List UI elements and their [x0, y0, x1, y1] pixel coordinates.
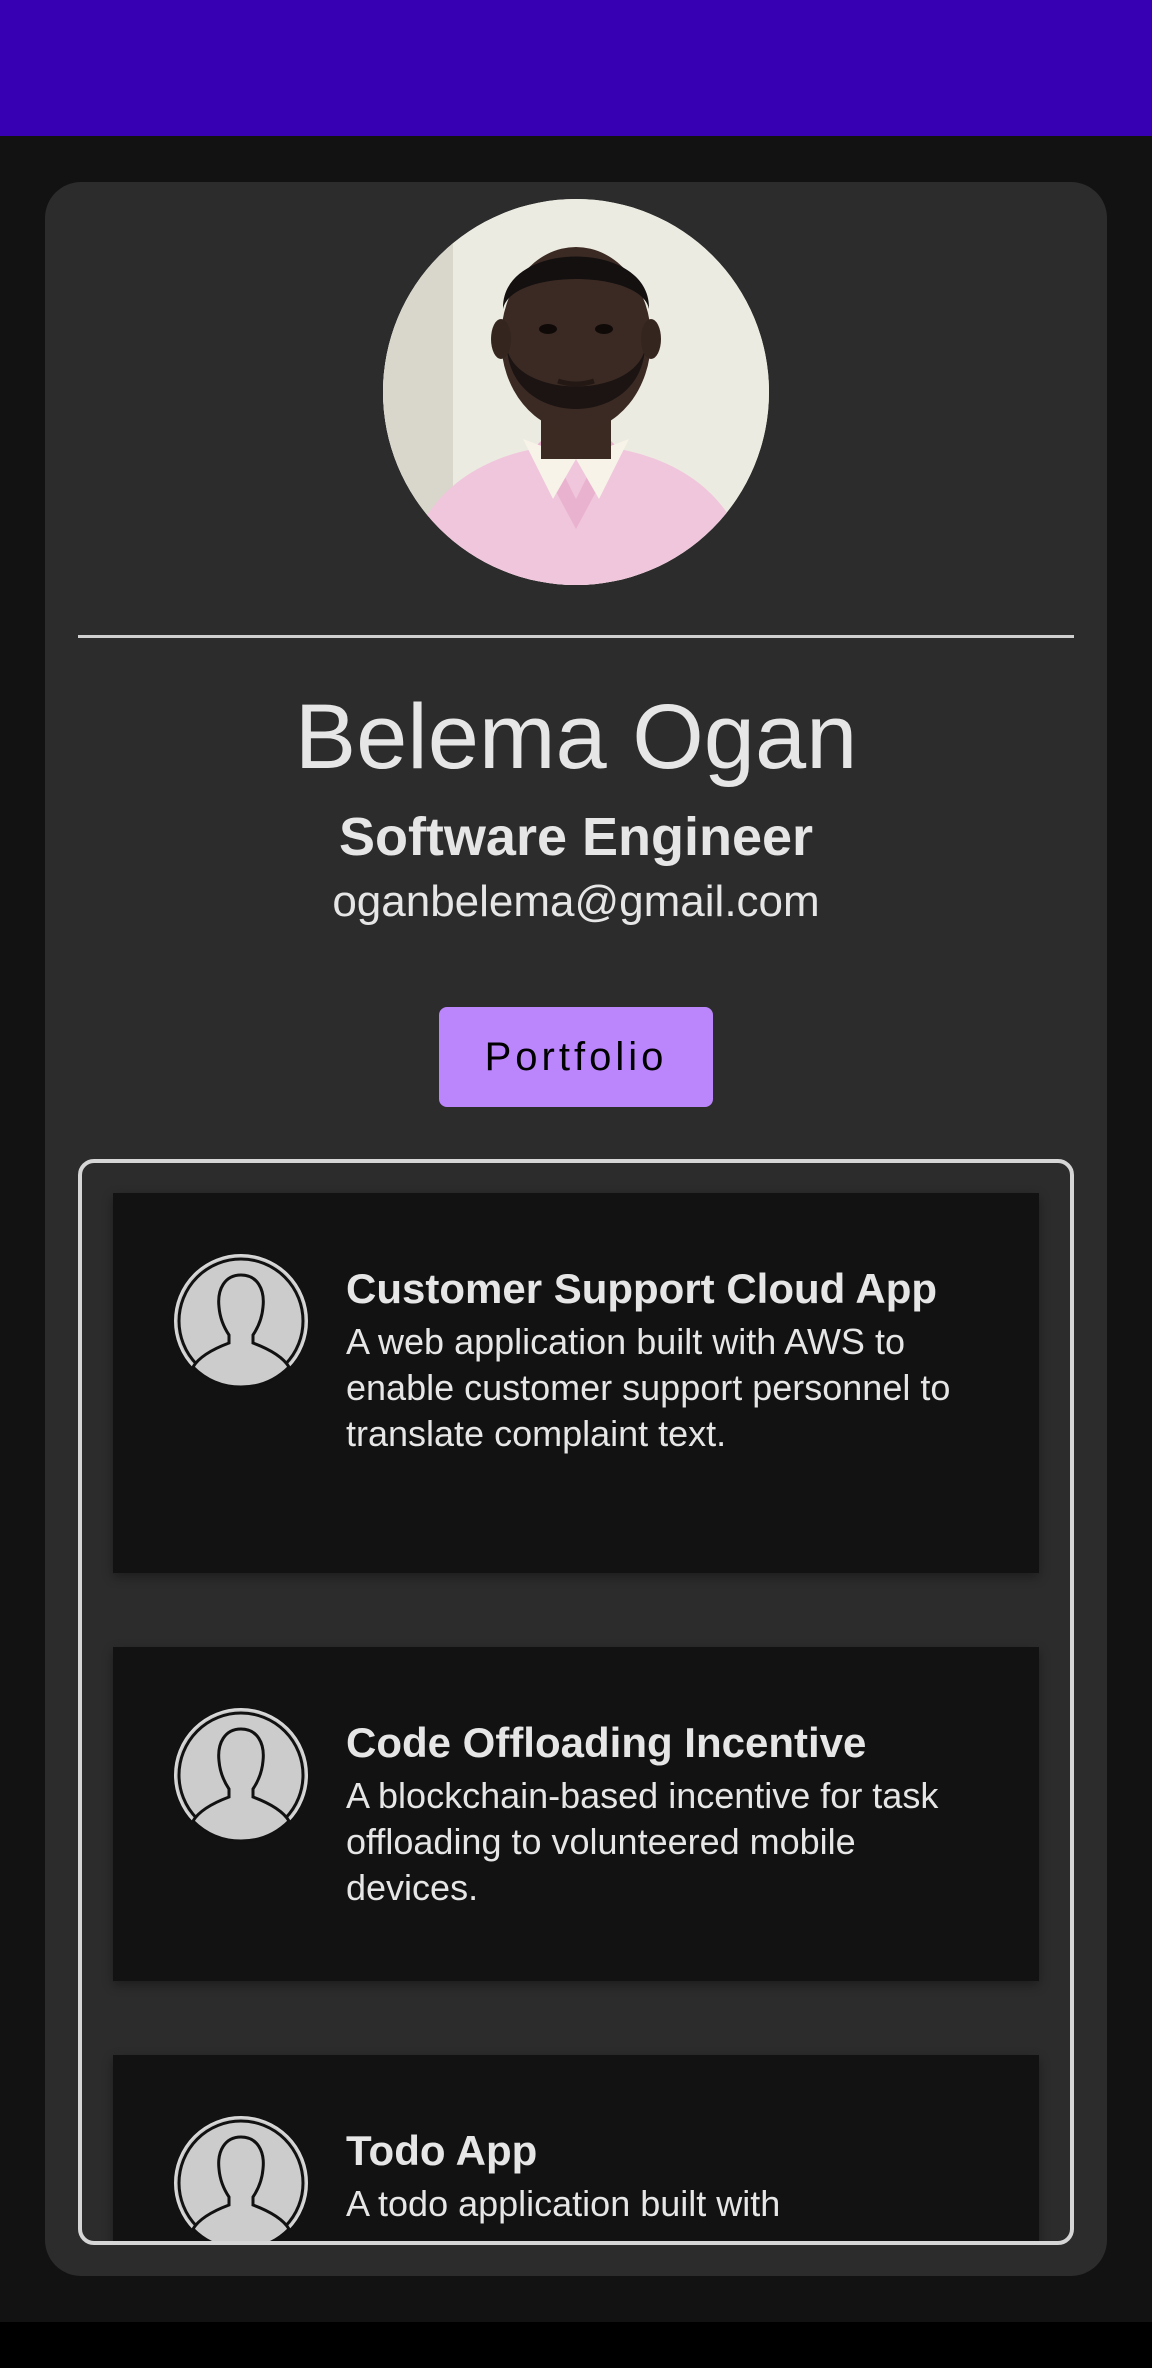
project-title: Customer Support Cloud App: [346, 1265, 938, 1312]
profile-role: Software Engineer: [338, 807, 814, 867]
project-title: Todo App: [346, 2127, 538, 2174]
project-item[interactable]: Code Offloading Incentive A blockchain-b…: [113, 1647, 1039, 1981]
project-title: Code Offloading Incentive: [346, 1719, 867, 1766]
portfolio-button[interactable]: Portfolio: [439, 1007, 713, 1107]
status-bar: [0, 0, 1152, 136]
avatar: [383, 199, 769, 585]
project-item[interactable]: Customer Support Cloud App A web applica…: [113, 1193, 1039, 1573]
profile-card: Belema Ogan Software Engineer oganbelema…: [45, 182, 1107, 2276]
project-description: A todo application built with: [346, 2183, 781, 2224]
project-description: A web application built with AWS to enab…: [346, 1321, 951, 1454]
person-silhouette-icon: [173, 1707, 309, 1843]
divider: [78, 635, 1074, 638]
person-silhouette-icon: [173, 1253, 309, 1389]
project-description: A blockchain-based incentive for task of…: [346, 1775, 939, 1908]
project-list[interactable]: Customer Support Cloud App A web applica…: [78, 1159, 1074, 2245]
profile-email: oganbelema@gmail.com: [332, 877, 820, 926]
profile-photo: [383, 199, 769, 585]
person-silhouette-icon: [173, 2115, 309, 2241]
project-item[interactable]: Todo App A todo application built with: [113, 2055, 1039, 2241]
profile-name: Belema Ogan: [294, 686, 858, 788]
navigation-bar: [0, 2322, 1152, 2368]
